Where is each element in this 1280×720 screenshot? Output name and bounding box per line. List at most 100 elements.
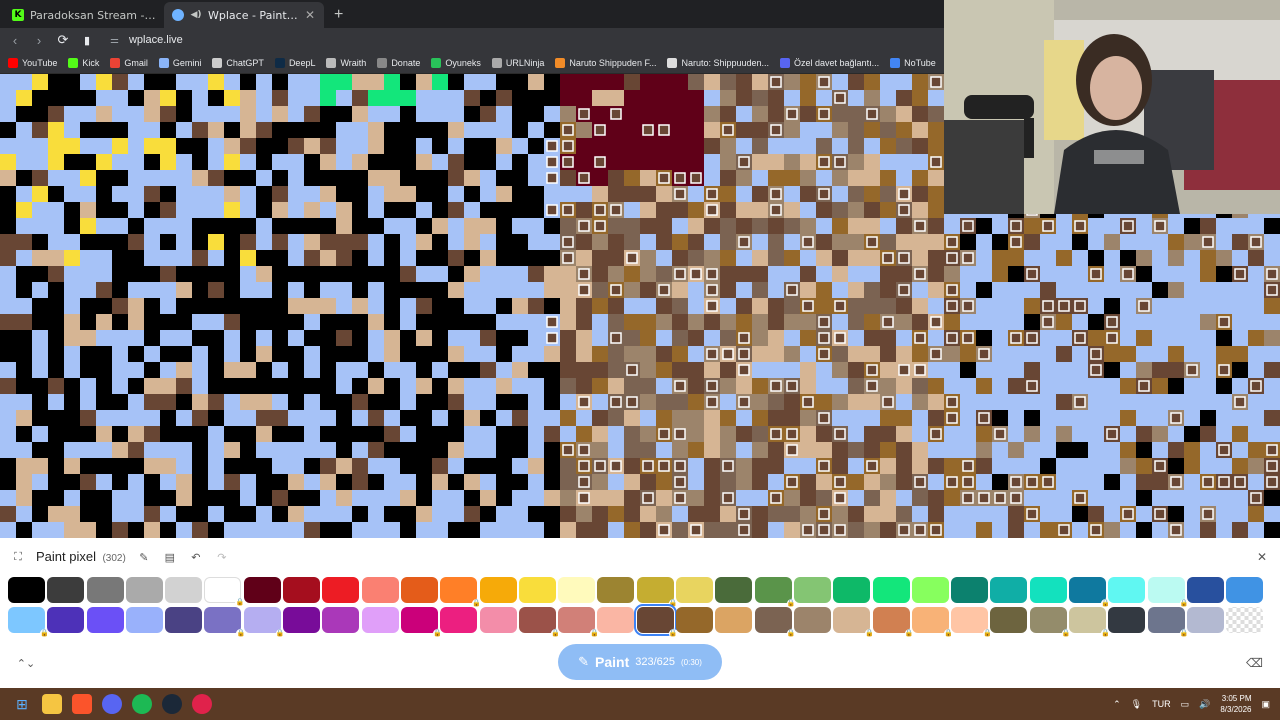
canvas-pixel[interactable]	[640, 186, 656, 202]
canvas-pixel[interactable]	[1152, 314, 1168, 330]
canvas-pixel[interactable]	[400, 202, 416, 218]
canvas-pixel[interactable]	[0, 282, 16, 298]
pending-pixel-marker[interactable]	[962, 460, 974, 472]
canvas-pixel[interactable]	[288, 234, 304, 250]
canvas-pixel[interactable]	[656, 74, 672, 90]
canvas-pixel[interactable]	[560, 458, 576, 474]
canvas-pixel[interactable]	[256, 490, 272, 506]
canvas-pixel[interactable]	[256, 506, 272, 522]
canvas-pixel[interactable]	[1264, 378, 1280, 394]
canvas-pixel[interactable]	[816, 282, 832, 298]
canvas-pixel[interactable]	[800, 106, 816, 122]
canvas-pixel[interactable]	[496, 330, 512, 346]
canvas-pixel[interactable]	[48, 138, 64, 154]
canvas-pixel[interactable]	[48, 250, 64, 266]
canvas-pixel[interactable]	[224, 170, 240, 186]
canvas-pixel[interactable]	[1152, 522, 1168, 538]
canvas-pixel[interactable]	[48, 330, 64, 346]
canvas-pixel[interactable]	[512, 458, 528, 474]
pending-pixel-marker[interactable]	[866, 380, 878, 392]
canvas-pixel[interactable]	[976, 314, 992, 330]
color-swatch[interactable]	[793, 577, 831, 603]
canvas-pixel[interactable]	[448, 154, 464, 170]
canvas-pixel[interactable]	[592, 90, 608, 106]
canvas-pixel[interactable]	[592, 298, 608, 314]
pending-pixel-marker[interactable]	[546, 156, 558, 168]
canvas-pixel[interactable]	[576, 202, 592, 218]
canvas-pixel[interactable]	[144, 314, 160, 330]
canvas-pixel[interactable]	[1216, 346, 1232, 362]
canvas-pixel[interactable]	[272, 394, 288, 410]
canvas-pixel[interactable]	[896, 170, 912, 186]
canvas-pixel[interactable]	[1008, 314, 1024, 330]
canvas-pixel[interactable]	[64, 522, 80, 538]
canvas-pixel[interactable]	[160, 394, 176, 410]
canvas-pixel[interactable]	[944, 490, 960, 506]
canvas-pixel[interactable]	[336, 442, 352, 458]
canvas-pixel[interactable]	[976, 458, 992, 474]
pending-pixel-marker[interactable]	[962, 252, 974, 264]
canvas-pixel[interactable]	[992, 298, 1008, 314]
pending-pixel-marker[interactable]	[1218, 364, 1230, 376]
canvas-pixel[interactable]	[1168, 250, 1184, 266]
canvas-pixel[interactable]	[400, 362, 416, 378]
canvas-pixel[interactable]	[432, 522, 448, 538]
canvas-pixel[interactable]	[144, 122, 160, 138]
canvas-pixel[interactable]	[80, 138, 96, 154]
canvas-pixel[interactable]	[880, 170, 896, 186]
canvas-pixel[interactable]	[368, 330, 384, 346]
canvas-pixel[interactable]	[304, 298, 320, 314]
canvas-pixel[interactable]	[160, 490, 176, 506]
canvas-pixel[interactable]	[288, 154, 304, 170]
canvas-pixel[interactable]	[368, 298, 384, 314]
color-swatch[interactable]: 🔒	[8, 607, 49, 638]
canvas-pixel[interactable]	[832, 442, 848, 458]
canvas-pixel[interactable]	[192, 202, 208, 218]
canvas-pixel[interactable]	[336, 378, 352, 394]
canvas-pixel[interactable]	[480, 410, 496, 426]
canvas-pixel[interactable]	[1072, 410, 1088, 426]
canvas-pixel[interactable]	[1232, 506, 1248, 522]
canvas-pixel[interactable]	[208, 250, 224, 266]
pending-pixel-marker[interactable]	[1074, 220, 1086, 232]
canvas-pixel[interactable]	[1216, 234, 1232, 250]
canvas-pixel[interactable]	[336, 234, 352, 250]
color-swatch[interactable]: 🔒	[204, 577, 245, 607]
canvas-pixel[interactable]	[592, 474, 608, 490]
canvas-pixel[interactable]	[1024, 442, 1040, 458]
canvas-pixel[interactable]	[192, 522, 208, 538]
canvas-pixel[interactable]	[896, 314, 912, 330]
canvas-pixel[interactable]	[48, 490, 64, 506]
canvas-pixel[interactable]	[1072, 282, 1088, 298]
canvas-pixel[interactable]	[640, 346, 656, 362]
color-swatch[interactable]	[1029, 577, 1067, 603]
canvas-pixel[interactable]	[304, 186, 320, 202]
canvas-pixel[interactable]	[112, 506, 128, 522]
canvas-pixel[interactable]	[80, 474, 96, 490]
canvas-pixel[interactable]	[512, 154, 528, 170]
canvas-pixel[interactable]	[976, 506, 992, 522]
canvas-pixel[interactable]	[480, 154, 496, 170]
canvas-pixel[interactable]	[224, 266, 240, 282]
canvas-pixel[interactable]	[624, 234, 640, 250]
canvas-pixel[interactable]	[1056, 410, 1072, 426]
canvas-pixel[interactable]	[1008, 394, 1024, 410]
canvas-pixel[interactable]	[304, 458, 320, 474]
pending-pixel-marker[interactable]	[802, 300, 814, 312]
canvas-pixel[interactable]	[640, 138, 656, 154]
canvas-pixel[interactable]	[1072, 250, 1088, 266]
canvas-pixel[interactable]	[1264, 522, 1280, 538]
canvas-pixel[interactable]	[928, 362, 944, 378]
canvas-pixel[interactable]	[320, 490, 336, 506]
canvas-pixel[interactable]	[1184, 330, 1200, 346]
pending-pixel-marker[interactable]	[930, 156, 942, 168]
canvas-pixel[interactable]	[496, 74, 512, 90]
canvas-pixel[interactable]	[96, 394, 112, 410]
canvas-pixel[interactable]	[848, 106, 864, 122]
canvas-pixel[interactable]	[944, 442, 960, 458]
canvas-pixel[interactable]	[1120, 346, 1136, 362]
pending-pixel-marker[interactable]	[930, 348, 942, 360]
canvas-pixel[interactable]	[256, 410, 272, 426]
canvas-pixel[interactable]	[1200, 490, 1216, 506]
canvas-pixel[interactable]	[768, 234, 784, 250]
